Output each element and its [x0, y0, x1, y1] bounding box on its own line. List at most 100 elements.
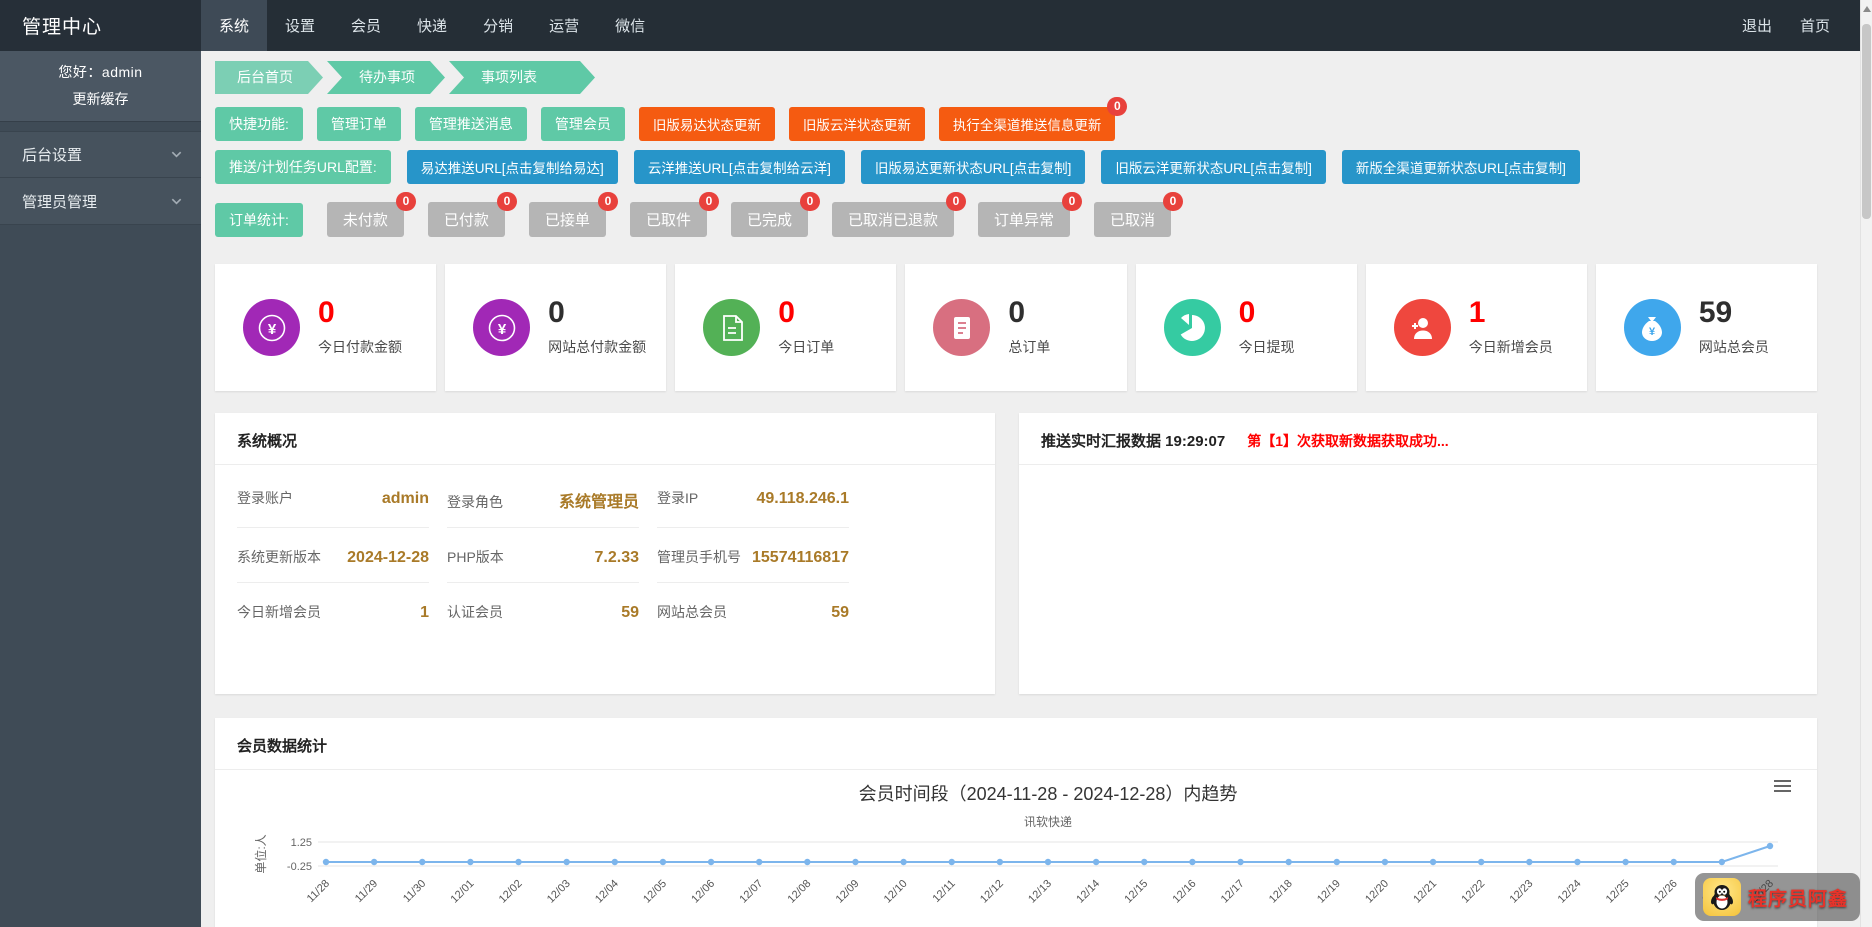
- svg-text:12/02: 12/02: [497, 878, 525, 906]
- cancelled-refunded-button[interactable]: 已取消已退款 0: [831, 192, 966, 237]
- cell-label: 登录IP: [657, 490, 699, 506]
- yida-push-url-button[interactable]: 易达推送URL[点击复制给易达]: [406, 150, 618, 184]
- stat-label: 总订单: [1008, 339, 1051, 355]
- overview-cell-total-members: 网站总会员 59: [657, 583, 849, 637]
- svg-text:讯软快递: 讯软快递: [1024, 815, 1072, 829]
- sidebar-item-label: 后台设置: [22, 147, 83, 164]
- breadcrumb-todo[interactable]: 待办事项: [327, 61, 445, 94]
- nav-item-settings[interactable]: 设置: [267, 0, 333, 51]
- svg-text:12/14: 12/14: [1074, 878, 1102, 906]
- button-label: 已取消已退款: [847, 212, 938, 229]
- chart-menu-icon[interactable]: [1774, 780, 1791, 795]
- main-menu: 系统 设置 会员 快递 分销 运营 微信: [201, 0, 663, 51]
- yunyang-push-url-button[interactable]: 云洋推送URL[点击复制给云洋]: [633, 150, 845, 184]
- svg-text:12/20: 12/20: [1363, 878, 1391, 906]
- picked-up-button[interactable]: 已取件 0: [629, 192, 719, 237]
- nav-item-wechat[interactable]: 微信: [597, 0, 663, 51]
- cell-label: 网站总会员: [657, 604, 727, 620]
- watermark-text: 程序员阿鑫: [1747, 888, 1848, 910]
- page-scrollbar: [1860, 0, 1872, 927]
- stat-value: 0: [778, 296, 795, 329]
- main-content: 后台首页 待办事项 事项列表 快捷功能: 管理订单 管理推送消息 管理会员 旧版…: [201, 51, 1872, 927]
- url-config-label: 推送/计划任务URL配置:: [215, 150, 391, 184]
- stat-card-total-members: ¥ 59 网站总会员: [1595, 264, 1817, 391]
- manage-orders-button[interactable]: 管理订单: [316, 107, 401, 141]
- accepted-button[interactable]: 已接单 0: [528, 192, 618, 237]
- order-abnormal-button[interactable]: 订单异常 0: [977, 192, 1082, 237]
- cell-label: 登录账户: [237, 490, 293, 506]
- button-label: 已取件: [645, 212, 691, 229]
- breadcrumb-item-list[interactable]: 事项列表: [449, 61, 595, 94]
- logout-link[interactable]: 退出: [1742, 15, 1772, 36]
- svg-text:12/13: 12/13: [1026, 878, 1054, 906]
- yida-update-url-button[interactable]: 旧版易达更新状态URL[点击复制]: [860, 150, 1086, 184]
- svg-text:11/30: 11/30: [401, 878, 428, 905]
- stat-label: 今日付款金额: [318, 339, 402, 355]
- overview-cell-login-role: 登录角色 系统管理员: [447, 469, 639, 528]
- stat-card-today-payment: ¥ 0 今日付款金额: [215, 264, 437, 391]
- paid-button[interactable]: 已付款 0: [427, 192, 517, 237]
- overview-cell-login-account: 登录账户 admin: [237, 469, 429, 528]
- svg-text:12/15: 12/15: [1122, 878, 1150, 906]
- nav-item-system[interactable]: 系统: [201, 0, 268, 51]
- yida-status-update-button[interactable]: 旧版易达状态更新: [638, 107, 775, 141]
- svg-text:12/16: 12/16: [1171, 878, 1199, 906]
- user-greeting: 您好：admin: [58, 64, 143, 80]
- svg-text:12/23: 12/23: [1508, 878, 1536, 906]
- stat-value: 0: [1238, 296, 1256, 329]
- svg-text:单位:人: 单位:人: [253, 834, 268, 873]
- stat-label: 网站总付款金额: [548, 339, 647, 355]
- url-config-row: 推送/计划任务URL配置: 易达推送URL[点击复制给易达] 云洋推送URL[点…: [215, 150, 1817, 184]
- button-label: 已取消: [1110, 212, 1156, 229]
- stat-card-total-orders: 0 总订单: [905, 264, 1127, 391]
- nav-item-distribution[interactable]: 分销: [465, 0, 531, 51]
- cell-value: 59: [831, 604, 849, 621]
- all-channel-update-url-button[interactable]: 新版全渠道更新状态URL[点击复制]: [1341, 150, 1580, 184]
- breadcrumb-home[interactable]: 后台首页: [215, 61, 323, 94]
- all-channel-push-update-button[interactable]: 执行全渠道推送信息更新 0: [938, 97, 1128, 141]
- manage-members-button[interactable]: 管理会员: [540, 107, 625, 141]
- stat-value: 0: [318, 296, 335, 329]
- yunyang-update-url-button[interactable]: 旧版云洋更新状态URL[点击复制]: [1101, 150, 1326, 184]
- overview-cell-verified-members: 认证会员 59: [447, 583, 639, 637]
- stat-value: 0: [548, 296, 565, 329]
- svg-text:¥: ¥: [497, 321, 506, 338]
- refresh-cache-link[interactable]: 更新缓存: [6, 89, 195, 109]
- overview-cell-php-version: PHP版本 7.2.33: [447, 528, 639, 583]
- yunyang-status-update-button[interactable]: 旧版云洋状态更新: [788, 107, 925, 141]
- svg-text:12/21: 12/21: [1411, 878, 1439, 906]
- user-info: 您好：admin 更新缓存: [0, 51, 201, 122]
- nav-item-members[interactable]: 会员: [333, 0, 399, 51]
- nav-item-express[interactable]: 快递: [399, 0, 465, 51]
- scrollbar-thumb[interactable]: [1862, 24, 1871, 219]
- stat-card-today-withdraw: 0 今日提现: [1135, 264, 1357, 391]
- chevron-down-icon: [171, 198, 182, 205]
- count-badge: 0: [799, 192, 820, 211]
- qq-penguin-icon: [1702, 878, 1741, 916]
- unpaid-button[interactable]: 未付款 0: [326, 192, 416, 237]
- count-badge: 0: [1163, 192, 1184, 211]
- cell-value: 15574116817: [752, 549, 849, 566]
- cell-value: 59: [621, 604, 639, 621]
- sidebar-item-admin-management[interactable]: 管理员管理: [0, 178, 201, 225]
- manage-push-messages-button[interactable]: 管理推送消息: [414, 107, 527, 141]
- sidebar-item-backend-settings[interactable]: 后台设置: [0, 131, 201, 178]
- svg-text:12/12: 12/12: [978, 878, 1006, 906]
- cell-value: 系统管理员: [558, 494, 639, 511]
- user-plus-icon: [1393, 299, 1451, 356]
- cancelled-button[interactable]: 已取消 0: [1094, 192, 1184, 237]
- svg-text:12/03: 12/03: [545, 878, 573, 906]
- watermark: 程序员阿鑫: [1694, 873, 1860, 921]
- svg-text:12/17: 12/17: [1219, 878, 1247, 906]
- home-link[interactable]: 首页: [1800, 15, 1830, 36]
- scrollbar-up-arrow-icon[interactable]: [1863, 6, 1871, 12]
- cell-label: 系统更新版本: [237, 549, 321, 565]
- stat-value: 59: [1698, 296, 1733, 329]
- completed-button[interactable]: 已完成 0: [730, 192, 820, 237]
- system-overview-grid: 登录账户 admin 登录角色 系统管理员 登录IP 49.118.246.1 系统更…: [215, 465, 995, 637]
- button-label: 未付款: [342, 212, 388, 229]
- order-stats-label: 订单统计:: [215, 202, 303, 237]
- nav-item-operations[interactable]: 运营: [531, 0, 597, 51]
- cell-label: 认证会员: [447, 604, 503, 620]
